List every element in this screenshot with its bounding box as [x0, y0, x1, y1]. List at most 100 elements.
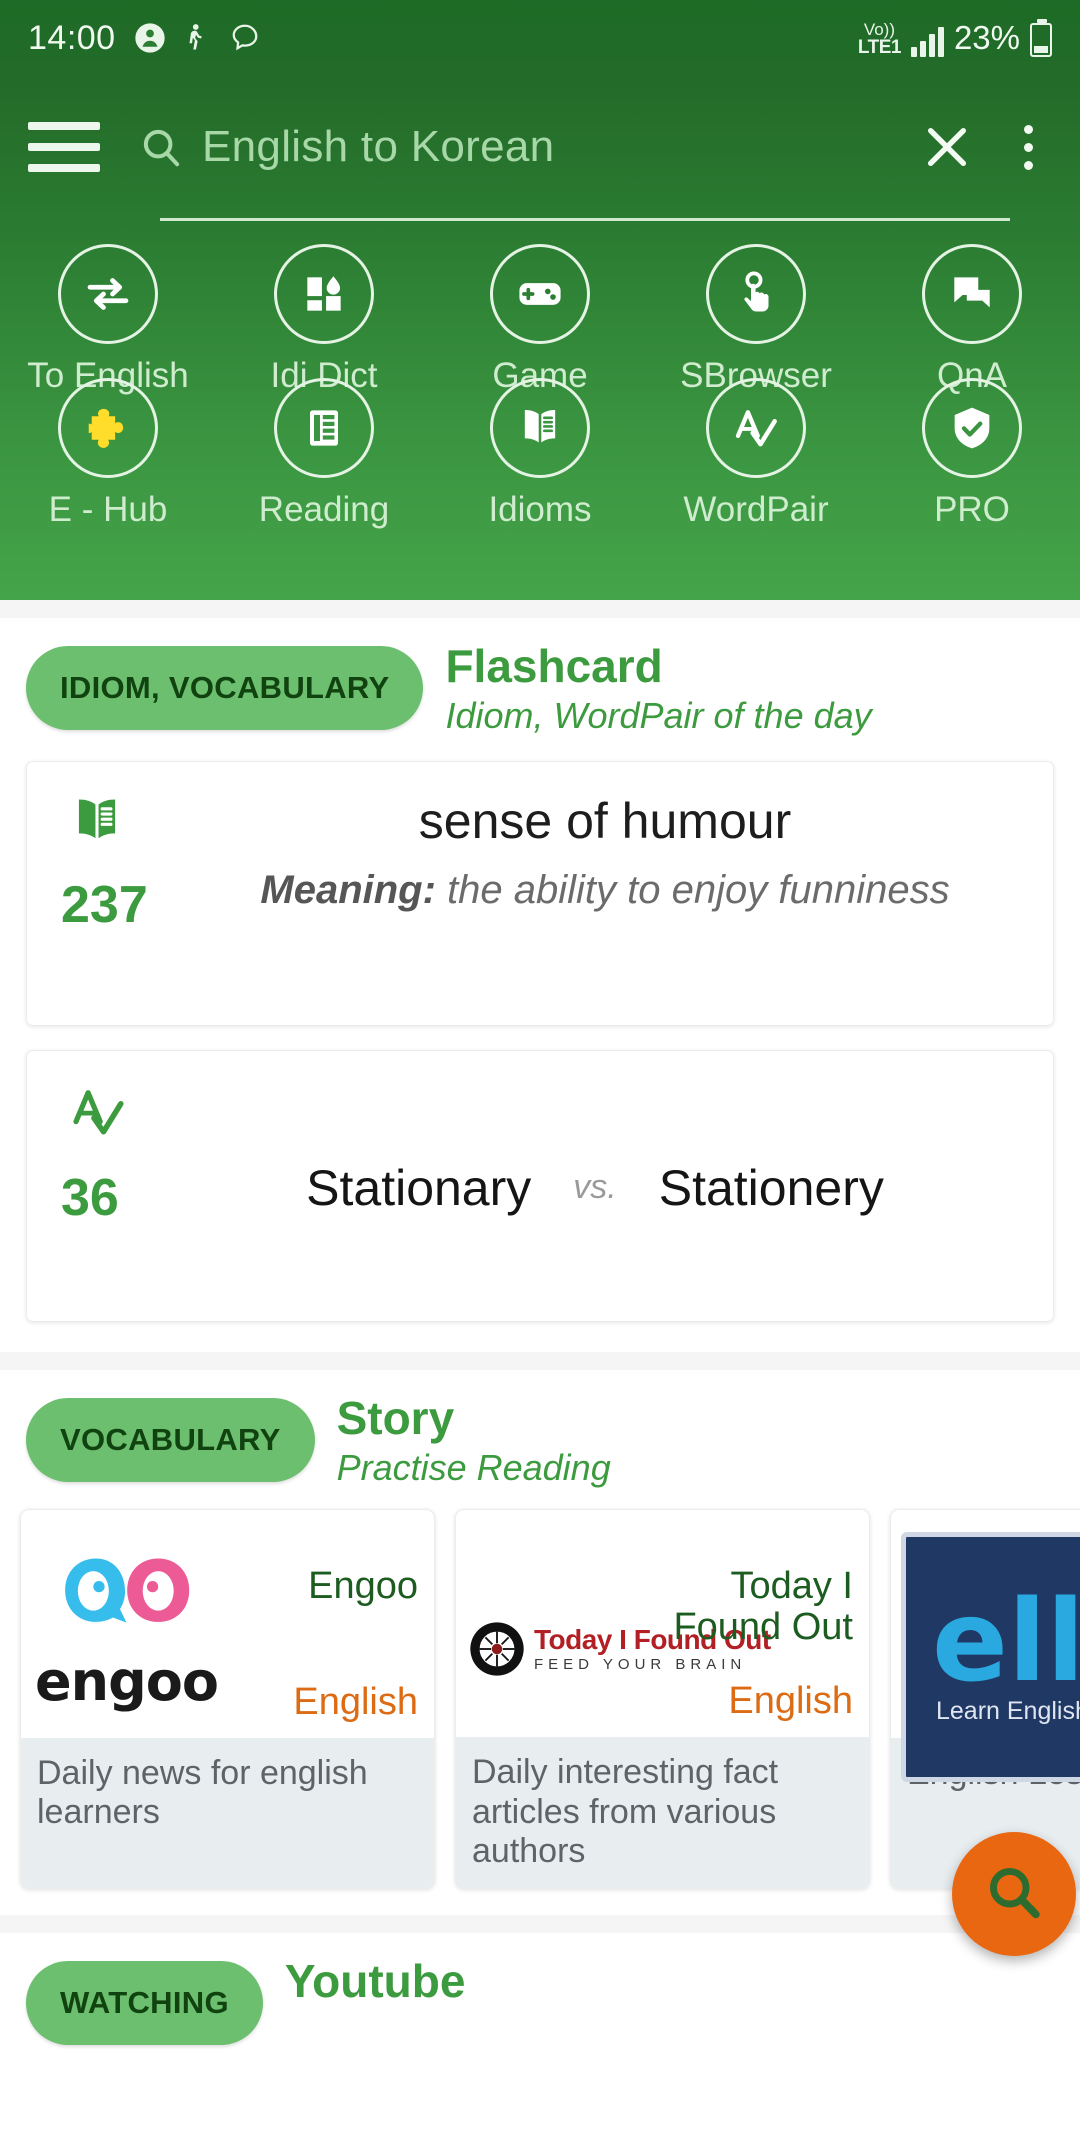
- quick-action-label: WordPair: [683, 490, 829, 529]
- idiom-flashcard[interactable]: 237 sense of humour Meaning: the ability…: [26, 760, 1054, 1026]
- quick-action-label: Reading: [258, 490, 390, 529]
- spellcheck-icon: [61, 1089, 135, 1149]
- close-icon[interactable]: [910, 110, 984, 184]
- idiom-meaning-label: Meaning:: [260, 867, 436, 912]
- search-bar: English to Korean: [0, 92, 1080, 202]
- quick-actions-row-1: To English Idi Dict Game SBrowser QnA: [0, 244, 1080, 396]
- swap-arrows-icon: [58, 244, 158, 344]
- quick-action-reading[interactable]: Reading: [216, 378, 432, 530]
- spellcheck-icon: [706, 378, 806, 478]
- search-fab-button[interactable]: [952, 1832, 1076, 1956]
- quick-action-e-hub[interactable]: E - Hub: [0, 378, 216, 530]
- quick-action-idi-dict[interactable]: Idi Dict: [216, 244, 432, 396]
- engoo-wordmark: engoo: [35, 1649, 219, 1713]
- flashcard-title: Flashcard: [445, 640, 663, 692]
- app-root: 14:00 Vo)) LTE1 23% English to Korean To…: [0, 0, 1080, 2154]
- idiom-card-left: 237: [61, 790, 171, 935]
- tifo-logo-tagline: FEED YOUR BRAIN: [534, 1656, 747, 1673]
- chat-bubbles-icon: [922, 244, 1022, 344]
- quick-action-label: PRO: [934, 490, 1010, 529]
- status-right-cluster: Vo)) LTE1 23%: [858, 19, 1052, 57]
- person-icon: [134, 22, 166, 54]
- ello-card-top: ello Learn English Naturally: [891, 1510, 1080, 1782]
- status-notification-icons: [134, 22, 262, 54]
- volte-indicator: Vo)) LTE1: [857, 20, 902, 58]
- quick-action-qna[interactable]: QnA: [864, 244, 1080, 396]
- main-content: IDIOM, VOCABULARY Flashcard Idiom, WordP…: [0, 600, 1080, 2045]
- story-card-ello[interactable]: ello Learn English Naturally English Les…: [890, 1508, 1080, 1889]
- section-story: VOCABULARY Story Practise Reading engoo …: [0, 1369, 1080, 1915]
- story-heading-text: Story Practise Reading: [336, 1391, 611, 1489]
- tifo-card-language: English: [728, 1680, 853, 1723]
- battery-percent: 23%: [953, 19, 1020, 56]
- open-book-icon: [490, 378, 590, 478]
- story-card-engoo[interactable]: engoo Engoo English Daily news for engli…: [20, 1508, 435, 1889]
- quick-action-label: E - Hub: [48, 490, 168, 529]
- idiom-count: 237: [61, 875, 148, 934]
- flashcard-category-chip[interactable]: IDIOM, VOCABULARY: [26, 646, 424, 730]
- hamburger-icon[interactable]: [28, 112, 120, 182]
- engoo-card-description: Daily news for english learners: [21, 1737, 434, 1888]
- quick-action-to-english[interactable]: To English: [0, 244, 216, 396]
- quick-action-sbrowser[interactable]: SBrowser: [648, 244, 864, 396]
- youtube-section-header: WATCHING Youtube: [0, 1933, 1080, 2045]
- ello-wordmark: ello: [906, 1537, 1080, 1708]
- ello-logo: ello Learn English Naturally: [901, 1531, 1080, 1782]
- quick-action-label: Idioms: [488, 490, 592, 529]
- story-card-today-i-found-out[interactable]: Today I Found Out FEED YOUR BRAIN Today …: [455, 1508, 870, 1889]
- ello-logo-text: ello: [932, 1577, 1080, 1708]
- search-input[interactable]: English to Korean: [138, 92, 910, 202]
- search-underline: [160, 218, 1010, 221]
- battery-icon: [1030, 19, 1052, 57]
- search-icon: [982, 1860, 1046, 1929]
- section-divider-2: [0, 1914, 1080, 1933]
- puzzle-piece-icon: [58, 378, 158, 478]
- hiking-icon: [182, 22, 214, 54]
- section-divider-1: [0, 1351, 1080, 1370]
- story-category-chip[interactable]: VOCABULARY: [26, 1397, 315, 1482]
- story-title: Story: [336, 1391, 455, 1444]
- wordpair-right-word: Stationery: [658, 1159, 884, 1216]
- search-icon: [138, 124, 184, 170]
- flashcard-heading-text: Flashcard Idiom, WordPair of the day: [445, 642, 871, 737]
- quick-action-game[interactable]: Game: [432, 244, 648, 396]
- tifo-card-name-line1: Today I: [730, 1564, 853, 1607]
- volte-top: Vo)): [863, 20, 895, 39]
- quick-action-idioms[interactable]: Idioms: [432, 378, 648, 530]
- wordpair-flashcard[interactable]: 36 Stationary vs. Stationery: [26, 1049, 1054, 1322]
- section-flashcard: IDIOM, VOCABULARY Flashcard Idiom, WordP…: [0, 618, 1080, 1352]
- content-top-divider: [0, 600, 1080, 618]
- story-card-carousel[interactable]: engoo Engoo English Daily news for engli…: [0, 1489, 1080, 1915]
- quick-action-pro[interactable]: PRO: [864, 378, 1080, 530]
- tifo-card-top: Today I Found Out FEED YOUR BRAIN Today …: [456, 1510, 869, 1738]
- open-book-icon: [61, 799, 133, 856]
- wordpair-left-word: Stationary: [306, 1159, 532, 1216]
- more-vert-icon[interactable]: [996, 110, 1060, 184]
- youtube-title: Youtube: [284, 1954, 466, 2007]
- app-header: 14:00 Vo)) LTE1 23% English to Korean To…: [0, 0, 1080, 600]
- quick-action-wordpair[interactable]: WordPair: [648, 378, 864, 530]
- flashcard-section-header: IDIOM, VOCABULARY Flashcard Idiom, WordP…: [0, 618, 1080, 737]
- article-icon: [274, 378, 374, 478]
- idiom-meaning: Meaning: the ability to enjoy funniness: [197, 868, 1013, 913]
- flashcard-subtitle: Idiom, WordPair of the day: [445, 694, 872, 736]
- engoo-card-top: engoo Engoo English: [21, 1510, 434, 1738]
- tap-finger-icon: [706, 244, 806, 344]
- story-section-header: VOCABULARY Story Practise Reading: [0, 1370, 1080, 1489]
- status-bar: 14:00 Vo)) LTE1 23%: [0, 0, 1080, 76]
- youtube-category-chip[interactable]: WATCHING: [26, 1960, 263, 2045]
- wordpair-card-left: 36: [61, 1079, 171, 1228]
- idiom-meaning-text: the ability to enjoy funniness: [447, 867, 950, 912]
- volte-bottom: LTE1: [857, 37, 902, 58]
- wordpair-count: 36: [61, 1168, 119, 1227]
- engoo-card-language: English: [293, 1680, 418, 1723]
- engoo-card-name: Engoo: [308, 1564, 418, 1607]
- search-placeholder: English to Korean: [202, 122, 555, 171]
- idiom-term: sense of humour: [418, 792, 792, 849]
- section-youtube: WATCHING Youtube: [0, 1932, 1080, 2045]
- story-subtitle: Practise Reading: [336, 1446, 611, 1488]
- wordpair-separator: vs.: [573, 1168, 617, 1207]
- quick-actions-row-2: E - Hub Reading Idioms WordPair PRO: [0, 378, 1080, 530]
- dashboard-blocks-icon: [274, 244, 374, 344]
- shield-check-icon: [922, 378, 1022, 478]
